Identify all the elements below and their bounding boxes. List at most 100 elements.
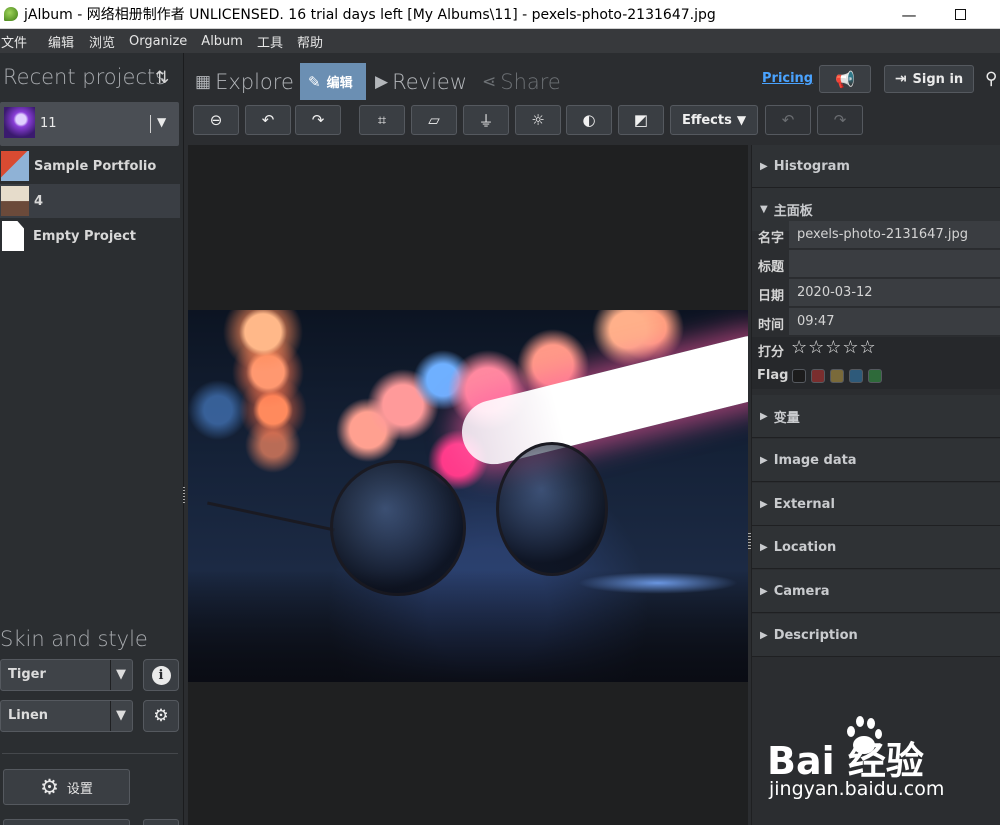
prop-row-time: 时间 09:47 [752, 308, 1000, 336]
image-adjust-button[interactable]: ◩ [618, 105, 664, 135]
crop-button[interactable]: ⌗ [359, 105, 405, 135]
sort-icon[interactable]: ⇅ [155, 68, 169, 88]
megaphone-icon: 📢 [835, 69, 855, 89]
chevron-down-icon: ▼ [736, 113, 747, 127]
effects-dropdown[interactable]: Effects ▼ [670, 105, 758, 135]
sidebar-divider [2, 753, 178, 754]
rotate-left-button[interactable]: ↶ [245, 105, 291, 135]
straighten-icon: ▱ [428, 111, 440, 129]
expand-arrow-icon: ▶ [760, 454, 768, 466]
menu-album[interactable]: Album [201, 34, 250, 49]
minimize-button[interactable]: — [886, 0, 932, 29]
section-label: 主面板 [773, 204, 813, 219]
project-item-4[interactable]: 4 [0, 184, 180, 218]
flag-swatch-none[interactable] [792, 369, 806, 383]
section-label: Histogram [773, 158, 850, 174]
date-field[interactable]: 2020-03-12 [789, 279, 1000, 307]
level-button[interactable]: ⏚ [463, 105, 509, 135]
prop-key: 标题 [758, 260, 785, 275]
announcements-button[interactable]: 📢 [819, 65, 871, 93]
partial-button[interactable] [3, 819, 130, 825]
image-icon: ◩ [633, 111, 649, 129]
pricing-link[interactable]: Pricing [762, 71, 813, 86]
flag-swatch-blue[interactable] [849, 369, 863, 383]
tab-review[interactable]: ▶ Review [375, 63, 467, 100]
expand-arrow-icon: ▶ [760, 160, 768, 172]
tab-explore[interactable]: ▦ Explore [195, 63, 294, 100]
settings-button[interactable]: ⚙ 设置 [3, 769, 130, 805]
section-camera[interactable]: ▶ Camera [752, 570, 1000, 613]
rating-stars[interactable]: ☆☆☆☆☆ [791, 337, 877, 358]
current-project-dropdown[interactable]: 11 ▼ [0, 102, 179, 146]
section-description[interactable]: ▶ Description [752, 614, 1000, 657]
tab-label: Review [392, 69, 468, 94]
search-icon[interactable]: ⚲ [985, 69, 997, 89]
rotate-left-icon: ↶ [261, 111, 275, 129]
menu-edit[interactable]: 编辑 [48, 32, 81, 51]
rotate-right-button[interactable]: ↷ [295, 105, 341, 135]
style-select[interactable]: Linen ▼ [0, 700, 133, 732]
partial-button[interactable] [143, 819, 179, 825]
blank-document-icon [2, 221, 24, 251]
section-label: Image data [773, 452, 857, 468]
tab-edit[interactable]: ✎ 编辑 [300, 63, 366, 100]
remove-button[interactable]: ⊖ [193, 105, 239, 135]
tab-label: Share [500, 69, 561, 94]
menu-help[interactable]: 帮助 [297, 32, 330, 51]
section-variables[interactable]: ▶ 变量 [752, 395, 1000, 438]
effects-label: Effects [681, 112, 732, 128]
section-location[interactable]: ▶ Location [752, 526, 1000, 569]
sign-in-label: Sign in [912, 71, 964, 87]
flag-swatch-red[interactable] [811, 369, 825, 383]
section-histogram[interactable]: ▶ Histogram [752, 145, 1000, 188]
project-thumbnail [1, 151, 29, 181]
expand-arrow-icon: ▶ [760, 541, 768, 553]
info-icon: i [151, 665, 171, 685]
chevron-down-icon: ▼ [116, 708, 126, 723]
section-label: Description [773, 627, 858, 643]
prop-row-title: 标题 [752, 250, 1000, 278]
straighten-button[interactable]: ▱ [411, 105, 457, 135]
brightness-button[interactable]: ☼ [515, 105, 561, 135]
glasses-temple [207, 501, 335, 532]
undo-button[interactable]: ↶ [765, 105, 811, 135]
title-field[interactable] [789, 250, 1000, 278]
menu-bar: 文件 编辑 浏览 Organize Album 工具 帮助 [0, 29, 1000, 53]
contrast-button[interactable]: ◐ [566, 105, 612, 135]
undo-icon: ↶ [781, 111, 795, 129]
skin-settings-button[interactable]: ⚙ [143, 700, 179, 732]
reflection-sparkle [578, 572, 738, 594]
skin-select[interactable]: Tiger ▼ [0, 659, 133, 691]
prop-row-name: 名字 pexels-photo-2131647.jpg [752, 221, 1000, 249]
prop-row-flag: Flag [752, 363, 1000, 389]
menu-file[interactable]: 文件 [1, 32, 34, 51]
sign-in-button[interactable]: ⇥ Sign in [884, 65, 974, 93]
project-item-empty-project[interactable]: Empty Project [0, 219, 180, 253]
project-item-sample-portfolio[interactable]: Sample Portfolio [0, 149, 180, 183]
section-external[interactable]: ▶ External [752, 483, 1000, 526]
prop-key: 名字 [758, 231, 785, 246]
tab-share[interactable]: ⋖ Share [482, 63, 561, 100]
image-canvas[interactable] [188, 145, 748, 825]
skin-info-button[interactable]: i [143, 659, 179, 691]
time-field[interactable]: 09:47 [789, 308, 1000, 336]
menu-tools[interactable]: 工具 [257, 32, 290, 51]
section-label: 变量 [773, 410, 800, 426]
menu-browse[interactable]: 浏览 [89, 32, 122, 51]
flag-swatch-green[interactable] [868, 369, 882, 383]
redo-button[interactable]: ↷ [817, 105, 863, 135]
maximize-button[interactable] [937, 0, 983, 29]
prop-row-date: 日期 2020-03-12 [752, 279, 1000, 307]
share-icon: ⋖ [482, 71, 497, 92]
crop-icon: ⌗ [377, 111, 387, 129]
recent-projects-title: Recent projects [3, 65, 167, 89]
flag-swatch-yellow[interactable] [830, 369, 844, 383]
menu-organize[interactable]: Organize [129, 34, 194, 49]
glasses-lens-right [496, 442, 608, 576]
settings-label: 设置 [66, 781, 93, 797]
combo-divider [110, 660, 111, 690]
project-label: Empty Project [33, 228, 137, 244]
section-image-data[interactable]: ▶ Image data [752, 439, 1000, 482]
name-field[interactable]: pexels-photo-2131647.jpg [789, 221, 1000, 249]
chevron-down-icon[interactable]: ▼ [157, 115, 166, 129]
